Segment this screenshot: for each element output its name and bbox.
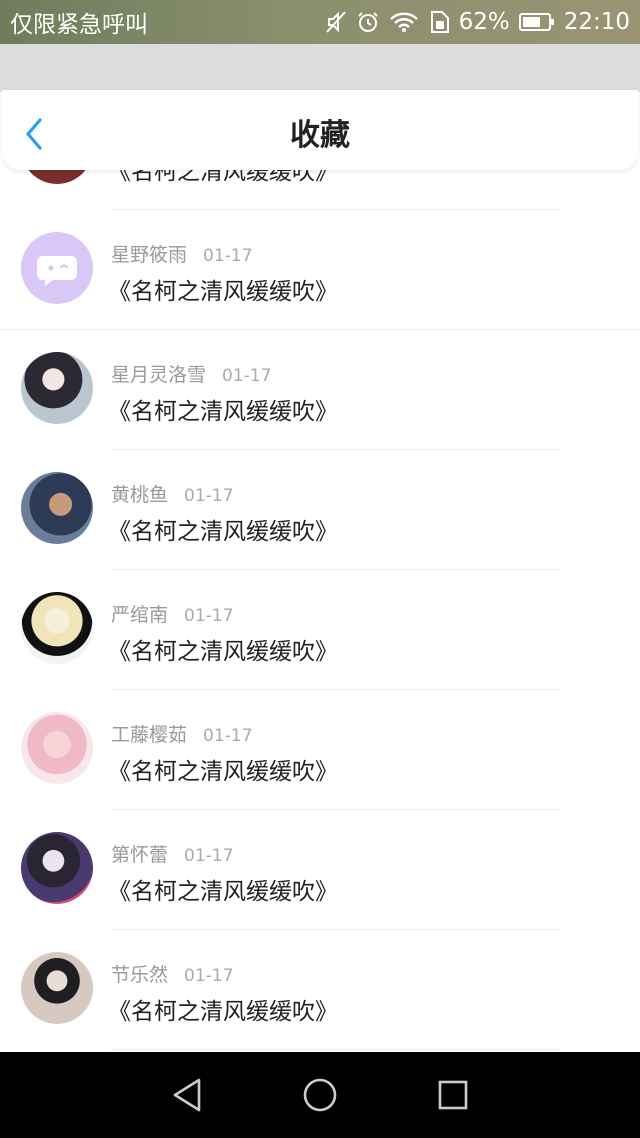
item-meta: 星野筱雨 01-17	[111, 240, 252, 267]
work-title[interactable]: 《名柯之清风缓缓吹》	[108, 992, 338, 1026]
clock: 22:10	[563, 9, 630, 35]
favorites-list: 《名柯之清风缓缓吹》 星野筱雨 01-17 《名柯之清风缓缓吹》 星月灵洛雪 01-…	[0, 150, 640, 1052]
list-item[interactable]: 工藤樱茹 01-17 《名柯之清风缓缓吹》	[0, 690, 640, 810]
mute-icon	[325, 10, 347, 34]
avatar[interactable]	[21, 472, 93, 544]
nav-recents-button[interactable]	[431, 1073, 475, 1117]
item-meta: 严绾南 01-17	[111, 600, 233, 627]
list-item[interactable]: 节乐然 01-17 《名柯之清风缓缓吹》	[0, 930, 640, 1050]
chat-bubble-icon	[37, 256, 77, 286]
nav-back-button[interactable]	[165, 1073, 209, 1117]
work-title[interactable]: 《名柯之清风缓缓吹》	[108, 512, 338, 546]
item-date: 01-17	[184, 966, 234, 986]
avatar[interactable]	[21, 352, 93, 424]
user-name[interactable]: 节乐然	[111, 964, 168, 986]
recents-square-icon	[439, 1080, 468, 1110]
avatar[interactable]	[21, 952, 93, 1024]
system-nav-bar	[0, 1052, 640, 1138]
item-meta: 工藤樱茹 01-17	[111, 720, 252, 747]
status-bar: 仅限紧急呼叫 62% 22:10	[0, 0, 640, 44]
user-name[interactable]: 黄桃鱼	[111, 484, 168, 506]
battery-icon	[518, 12, 555, 32]
list-item[interactable]: 黄桃鱼 01-17 《名柯之清风缓缓吹》	[0, 450, 640, 570]
work-title[interactable]: 《名柯之清风缓缓吹》	[108, 872, 338, 906]
item-meta: 黄桃鱼 01-17	[111, 480, 233, 507]
list-item[interactable]: 星月灵洛雪 01-17 《名柯之清风缓缓吹》	[0, 330, 640, 450]
user-name[interactable]: 星野筱雨	[111, 244, 187, 266]
avatar[interactable]	[21, 592, 93, 664]
app-header: 收藏	[2, 90, 638, 170]
avatar[interactable]	[21, 232, 93, 304]
header-shadow-band	[0, 44, 640, 92]
divider	[111, 1049, 560, 1050]
item-date: 01-17	[222, 366, 272, 386]
page-title: 收藏	[290, 118, 350, 153]
item-meta: 节乐然 01-17	[111, 960, 233, 987]
user-name[interactable]: 工藤樱茹	[111, 724, 187, 746]
wifi-icon	[389, 11, 419, 33]
user-name[interactable]: 第怀蕾	[111, 844, 168, 866]
home-circle-icon	[303, 1078, 337, 1112]
user-name[interactable]: 星月灵洛雪	[111, 364, 206, 386]
work-title[interactable]: 《名柯之清风缓缓吹》	[108, 752, 338, 786]
item-meta: 第怀蕾 01-17	[111, 840, 233, 867]
alarm-icon	[356, 10, 380, 34]
back-triangle-icon	[173, 1078, 200, 1112]
item-date: 01-17	[184, 486, 234, 506]
sim-icon	[428, 10, 450, 34]
list-item[interactable]: 严绾南 01-17 《名柯之清风缓缓吹》	[0, 570, 640, 690]
list-item[interactable]: 星野筱雨 01-17 《名柯之清风缓缓吹》	[0, 210, 640, 330]
work-title[interactable]: 《名柯之清风缓缓吹》	[108, 392, 338, 426]
status-icons: 62% 22:10	[325, 9, 630, 35]
battery-percent: 62%	[458, 9, 510, 35]
avatar[interactable]	[21, 712, 93, 784]
list-item[interactable]: 第怀蕾 01-17 《名柯之清风缓缓吹》	[0, 810, 640, 930]
work-title[interactable]: 《名柯之清风缓缓吹》	[108, 632, 338, 666]
item-date: 01-17	[184, 606, 234, 626]
item-date: 01-17	[184, 846, 234, 866]
user-name[interactable]: 严绾南	[111, 604, 168, 626]
avatar[interactable]	[21, 832, 93, 904]
item-date: 01-17	[203, 246, 253, 266]
screen: 仅限紧急呼叫 62% 22:10 收藏 《名柯之清风缓缓吹》 星野筱雨 01-1…	[0, 0, 640, 1138]
work-title[interactable]: 《名柯之清风缓缓吹》	[108, 272, 338, 306]
nav-home-button[interactable]	[298, 1073, 342, 1117]
item-meta: 星月灵洛雪 01-17	[111, 360, 271, 387]
carrier-text: 仅限紧急呼叫	[10, 12, 148, 38]
item-date: 01-17	[203, 726, 253, 746]
